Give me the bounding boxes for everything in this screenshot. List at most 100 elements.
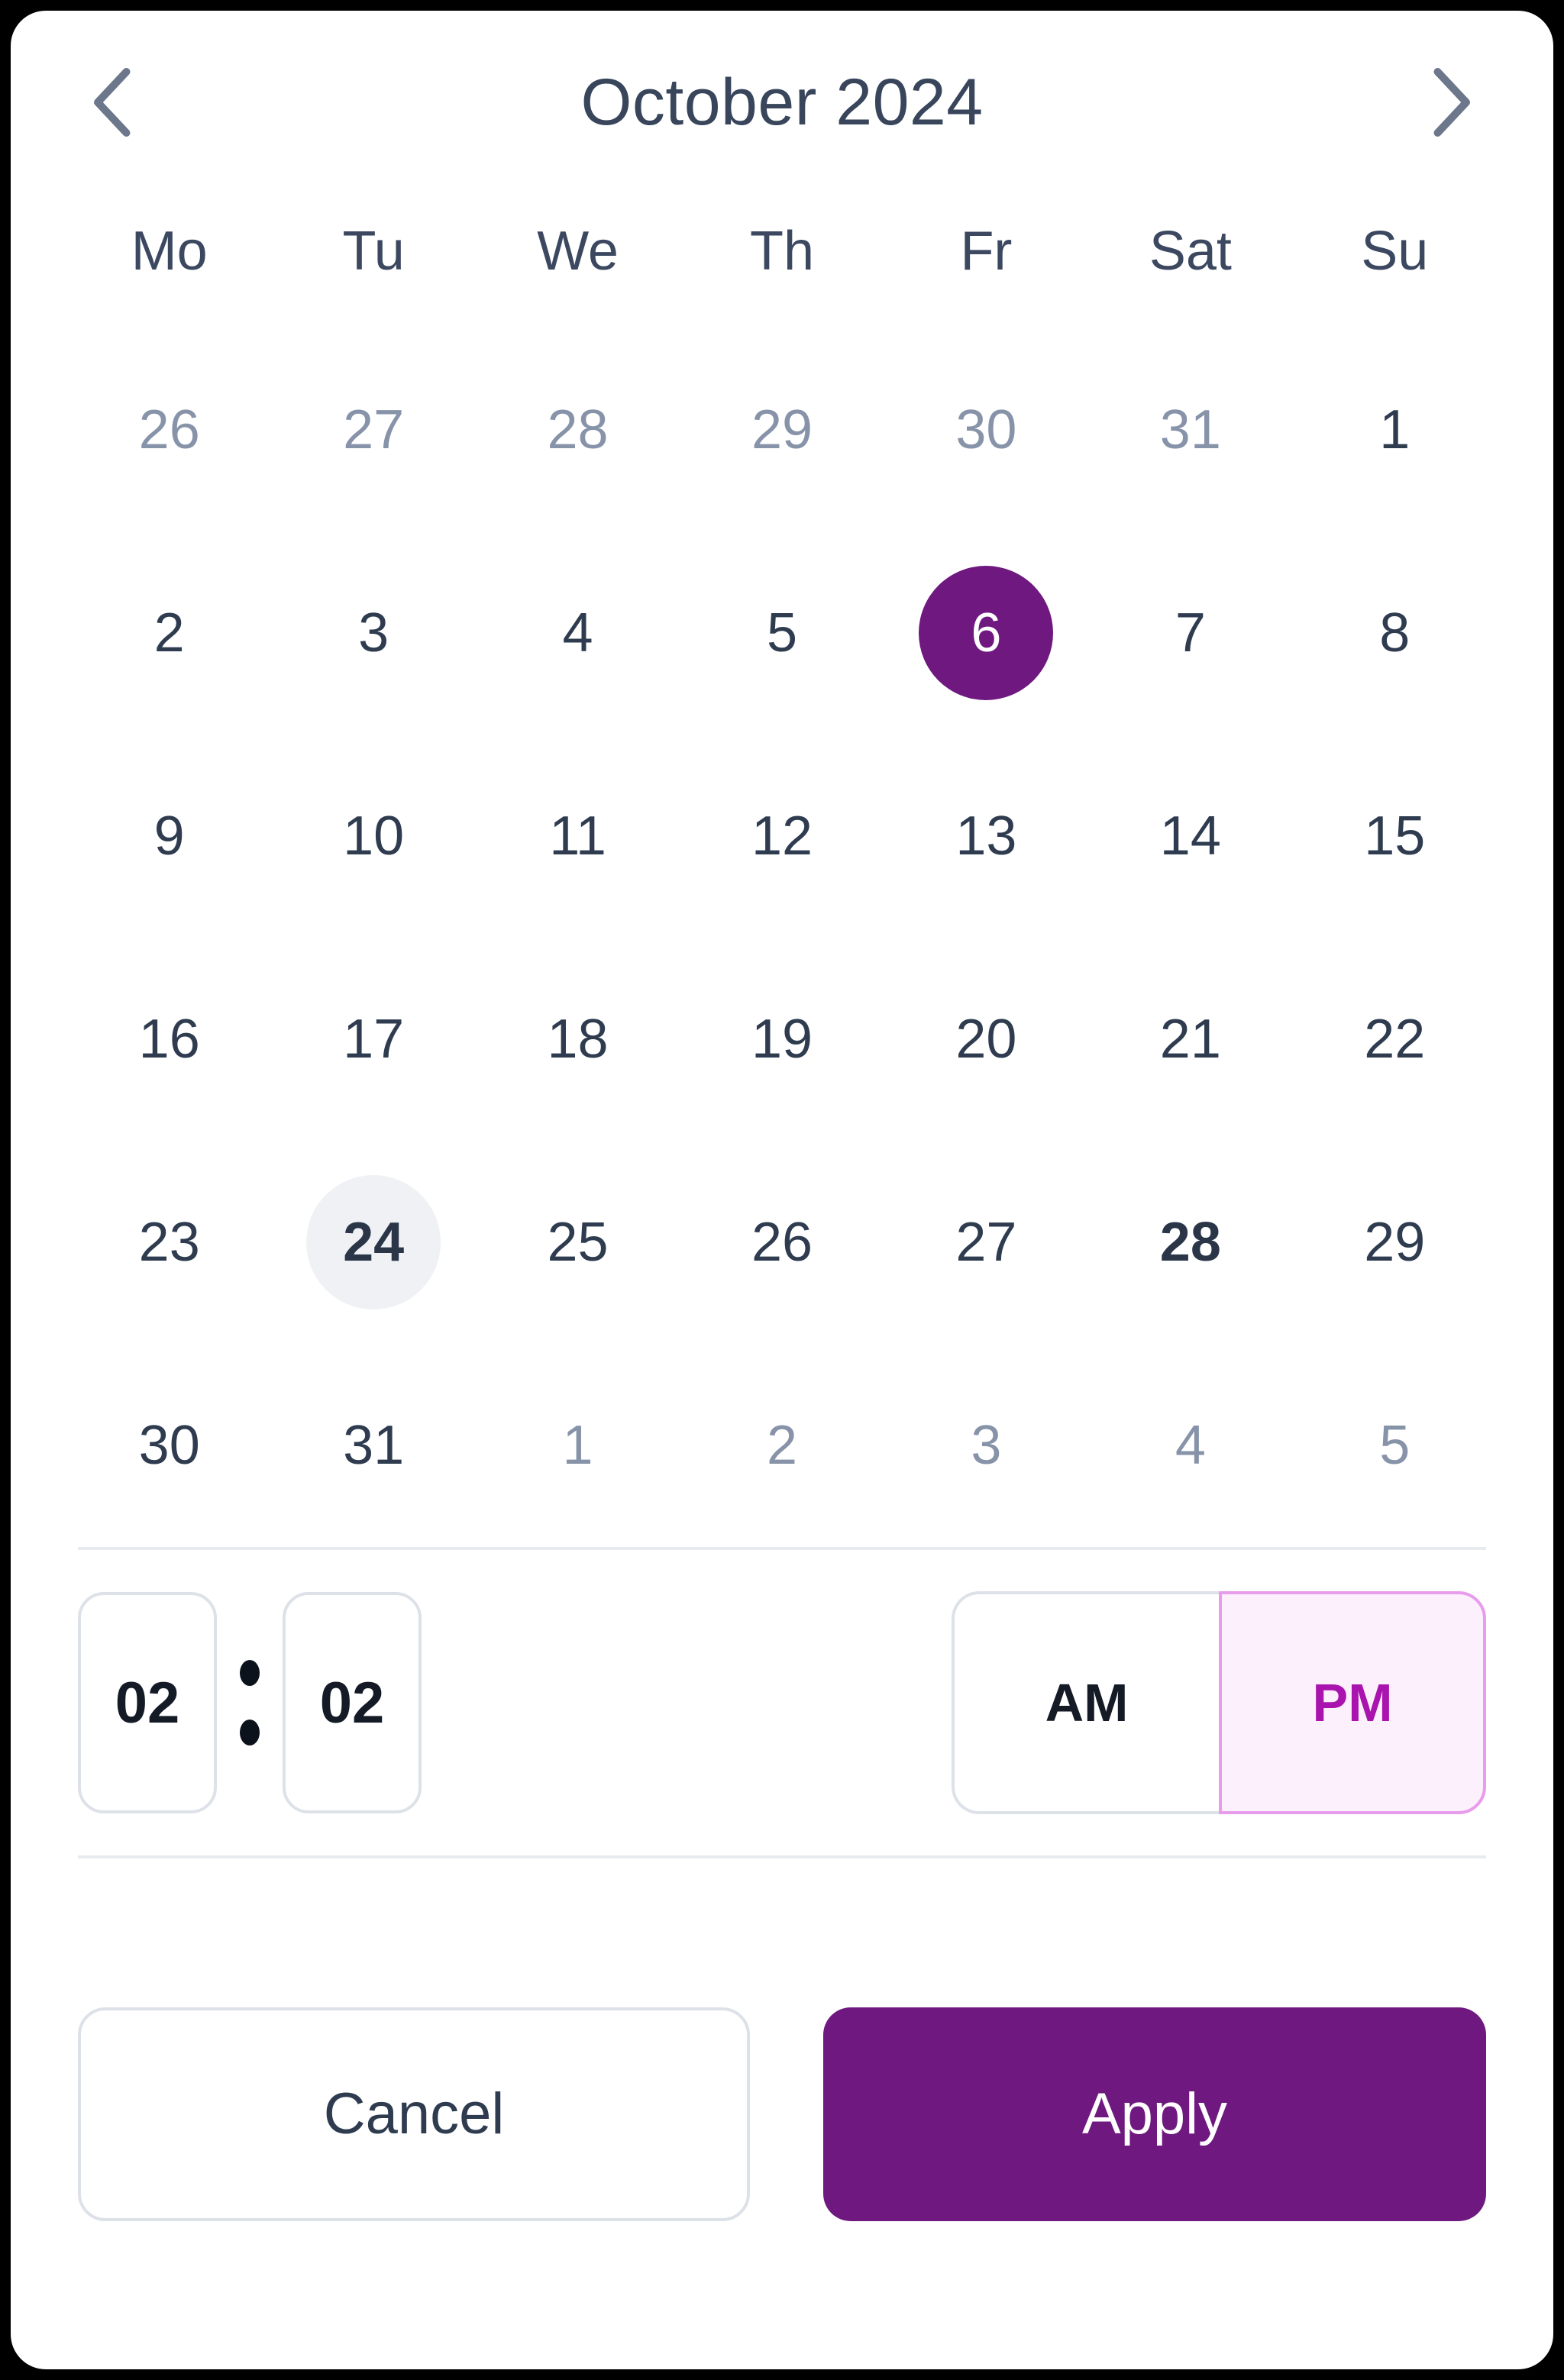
calendar-day-cell[interactable]: 12 — [680, 735, 884, 938]
calendar-day-cell[interactable]: 17 — [271, 938, 475, 1141]
meridiem-option-am[interactable]: AM — [952, 1591, 1219, 1814]
calendar-day-outside[interactable]: 3 — [919, 1378, 1053, 1513]
footer-actions: Cancel Apply — [67, 1858, 1497, 2369]
calendar-day-cell[interactable]: 20 — [884, 938, 1088, 1141]
calendar-day-cell[interactable]: 5 — [680, 531, 884, 735]
calendar-day-cell[interactable]: 30 — [67, 1344, 271, 1547]
calendar-day-cell[interactable]: 4 — [476, 531, 680, 735]
weekday-label: Mo — [131, 221, 208, 282]
calendar-day-normal[interactable]: 3 — [306, 566, 441, 700]
calendar-day-normal[interactable]: 22 — [1327, 972, 1462, 1106]
calendar-day-cell[interactable]: 29 — [680, 328, 884, 531]
calendar-day-normal[interactable]: 20 — [919, 972, 1053, 1106]
calendar-day-cell[interactable]: 3 — [884, 1344, 1088, 1547]
calendar-day-normal[interactable]: 18 — [511, 972, 645, 1106]
calendar-day-cell[interactable]: 2 — [67, 531, 271, 735]
calendar-day-cell[interactable]: 29 — [1293, 1141, 1497, 1344]
calendar-day-outside[interactable]: 2 — [715, 1378, 849, 1513]
calendar-day-cell[interactable]: 16 — [67, 938, 271, 1141]
calendar-day-cell[interactable]: 22 — [1293, 938, 1497, 1141]
calendar-day-cell[interactable]: 27 — [884, 1141, 1088, 1344]
hour-input[interactable]: 02 — [78, 1592, 217, 1813]
calendar-day-normal[interactable]: 15 — [1327, 769, 1462, 903]
calendar-day-cell[interactable]: 11 — [476, 735, 680, 938]
meridiem-option-pm[interactable]: PM — [1219, 1591, 1486, 1814]
calendar-day-cell[interactable]: 13 — [884, 735, 1088, 938]
next-month-button[interactable] — [1405, 57, 1497, 148]
calendar-day-normal[interactable]: 7 — [1123, 566, 1258, 700]
calendar-day-cell[interactable]: 21 — [1088, 938, 1292, 1141]
calendar-day-cell[interactable]: 23 — [67, 1141, 271, 1344]
calendar-day-outside[interactable]: 28 — [511, 363, 645, 497]
calendar-day-normal[interactable]: 27 — [919, 1175, 1053, 1309]
calendar-day-normal[interactable]: 16 — [102, 972, 237, 1106]
calendar-day-cell[interactable]: 25 — [476, 1141, 680, 1344]
calendar-day-cell[interactable]: 31 — [271, 1344, 475, 1547]
calendar-day-outside[interactable]: 27 — [306, 363, 441, 497]
calendar-day-cell[interactable]: 3 — [271, 531, 475, 735]
weekday-label: Fr — [960, 221, 1013, 282]
cancel-button[interactable]: Cancel — [78, 2007, 750, 2221]
calendar-day-outside[interactable]: 31 — [1123, 363, 1258, 497]
weekday-label: We — [537, 221, 619, 282]
calendar-day-normal[interactable]: 1 — [1327, 363, 1462, 497]
time-selection-row: 02 02 AM PM — [67, 1550, 1497, 1855]
calendar-day-cell[interactable]: 26 — [680, 1141, 884, 1344]
calendar-day-normal[interactable]: 12 — [715, 769, 849, 903]
calendar-day-cell[interactable]: 24 — [271, 1141, 475, 1344]
calendar-day-normal[interactable]: 25 — [511, 1175, 645, 1309]
calendar-day-normal[interactable]: 26 — [715, 1175, 849, 1309]
calendar-day-cell[interactable]: 31 — [1088, 328, 1292, 531]
calendar-day-outside[interactable]: 1 — [511, 1378, 645, 1513]
calendar-day-cell[interactable]: 27 — [271, 328, 475, 531]
datetime-picker-card: October 2024 Mo Tu We Th Fr Sat Su 26 27 28 29 30 3… — [11, 11, 1553, 2369]
calendar-day-cell[interactable]: 1 — [476, 1344, 680, 1547]
calendar-day-normal[interactable]: 30 — [102, 1378, 237, 1513]
calendar-day-cell[interactable]: 26 — [67, 328, 271, 531]
calendar-day-normal[interactable]: 31 — [306, 1378, 441, 1513]
calendar-day-cell[interactable]: 14 — [1088, 735, 1292, 938]
calendar-day-normal[interactable]: 4 — [511, 566, 645, 700]
calendar-day-outside[interactable]: 30 — [919, 363, 1053, 497]
previous-month-button[interactable] — [67, 57, 159, 148]
calendar-day-outside[interactable]: 29 — [715, 363, 849, 497]
calendar-day-cell[interactable]: 28 — [476, 328, 680, 531]
calendar-day-hovered[interactable]: 24 — [306, 1175, 441, 1309]
apply-button[interactable]: Apply — [823, 2007, 1486, 2221]
calendar-day-normal[interactable]: 10 — [306, 769, 441, 903]
calendar-day-normal[interactable]: 21 — [1123, 972, 1258, 1106]
calendar-day-outside[interactable]: 5 — [1327, 1378, 1462, 1513]
calendar-day-normal[interactable]: 13 — [919, 769, 1053, 903]
calendar-day-selected[interactable]: 6 — [919, 566, 1054, 700]
calendar-day-cell[interactable]: 8 — [1293, 531, 1497, 735]
calendar-day-normal[interactable]: 23 — [102, 1175, 237, 1309]
calendar-day-cell[interactable]: 6 — [884, 531, 1088, 735]
calendar-day-cell[interactable]: 18 — [476, 938, 680, 1141]
calendar-day-cell[interactable]: 19 — [680, 938, 884, 1141]
calendar-day-normal[interactable]: 19 — [715, 972, 849, 1106]
calendar-day-outside[interactable]: 4 — [1123, 1378, 1258, 1513]
calendar-day-outside[interactable]: 26 — [102, 363, 237, 497]
calendar-day-cell[interactable]: 9 — [67, 735, 271, 938]
calendar-day-cell[interactable]: 28 — [1088, 1141, 1292, 1344]
calendar-day-normal[interactable]: 8 — [1327, 566, 1462, 700]
minute-input[interactable]: 02 — [283, 1592, 422, 1813]
calendar-day-normal[interactable]: 14 — [1123, 769, 1258, 903]
calendar-day-cell[interactable]: 5 — [1293, 1344, 1497, 1547]
calendar-day-normal[interactable]: 17 — [306, 972, 441, 1106]
time-separator-icon — [217, 1660, 283, 1745]
calendar-day-today[interactable]: 28 — [1123, 1175, 1258, 1309]
calendar-day-cell[interactable]: 15 — [1293, 735, 1497, 938]
calendar-day-normal[interactable]: 2 — [102, 566, 237, 700]
calendar-day-cell[interactable]: 10 — [271, 735, 475, 938]
calendar-day-cell[interactable]: 4 — [1088, 1344, 1292, 1547]
calendar-day-normal[interactable]: 9 — [102, 769, 237, 903]
calendar-day-cell[interactable]: 2 — [680, 1344, 884, 1547]
calendar-day-normal[interactable]: 5 — [715, 566, 849, 700]
calendar-day-cell[interactable]: 7 — [1088, 531, 1292, 735]
weekday-label: Tu — [342, 221, 405, 282]
calendar-day-cell[interactable]: 1 — [1293, 328, 1497, 531]
calendar-day-normal[interactable]: 11 — [511, 769, 645, 903]
calendar-day-normal[interactable]: 29 — [1327, 1175, 1462, 1309]
calendar-day-cell[interactable]: 30 — [884, 328, 1088, 531]
